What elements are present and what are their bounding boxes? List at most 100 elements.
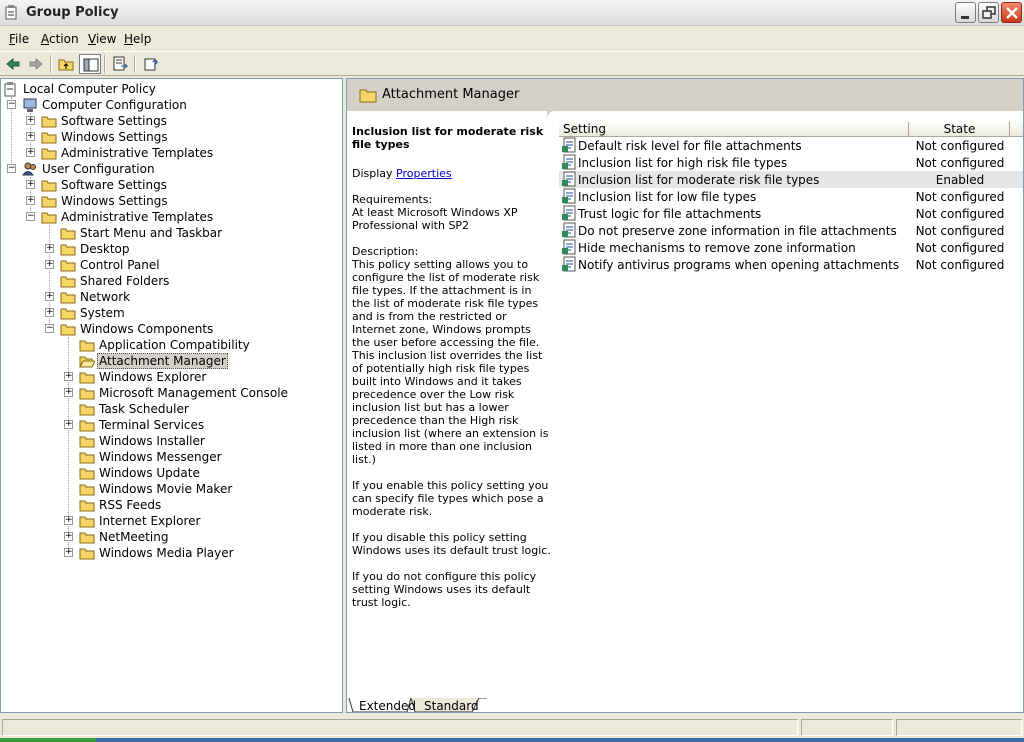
toolbar-separator bbox=[50, 55, 52, 73]
forward-button[interactable] bbox=[25, 54, 47, 74]
expand-icon[interactable]: + bbox=[64, 532, 73, 541]
expand-icon[interactable]: + bbox=[26, 132, 35, 141]
folder-icon bbox=[79, 401, 95, 417]
folder-icon bbox=[41, 145, 57, 161]
title-bar[interactable]: Group Policy bbox=[0, 0, 1024, 26]
enable-text: If you enable this policy setting you ca… bbox=[352, 479, 549, 518]
toolbar-separator bbox=[104, 55, 106, 73]
group-policy-app-icon bbox=[4, 4, 20, 20]
folder-icon bbox=[41, 113, 57, 129]
setting-row[interactable]: Inclusion list for low file types Not con… bbox=[559, 188, 1023, 205]
back-button[interactable] bbox=[2, 54, 24, 74]
folder-icon bbox=[79, 337, 95, 353]
start-button-edge[interactable] bbox=[0, 738, 96, 742]
expand-icon[interactable]: + bbox=[26, 148, 35, 157]
folder-icon bbox=[60, 321, 76, 337]
column-header-state[interactable]: State bbox=[910, 122, 1010, 137]
export-list-button[interactable] bbox=[109, 54, 131, 74]
column-header-setting[interactable]: Setting bbox=[559, 122, 909, 137]
window-title: Group Policy bbox=[26, 5, 119, 20]
description-text: Description: This policy setting allows … bbox=[352, 245, 549, 466]
details-header: Attachment Manager bbox=[347, 79, 1023, 111]
folder-icon bbox=[41, 209, 57, 225]
menu-action[interactable]: Action bbox=[41, 32, 79, 46]
folder-icon bbox=[79, 545, 95, 561]
toolbar-separator bbox=[134, 55, 136, 73]
header-notch bbox=[547, 111, 1023, 119]
setting-row[interactable]: Hide mechanisms to remove zone informati… bbox=[559, 239, 1023, 256]
setting-row[interactable]: Notify antivirus programs when opening a… bbox=[559, 256, 1023, 273]
help-icon: ? bbox=[144, 58, 158, 71]
menu-bar: File Action View Help bbox=[0, 28, 1024, 50]
expand-icon[interactable]: + bbox=[64, 516, 73, 525]
setting-row[interactable]: Inclusion list for moderate risk file ty… bbox=[559, 171, 1023, 188]
expand-icon[interactable]: + bbox=[45, 308, 54, 317]
tree-pane[interactable]: Local Computer Policy − Computer Configu… bbox=[0, 78, 343, 713]
folder-icon bbox=[41, 129, 57, 145]
menu-view[interactable]: View bbox=[88, 32, 116, 46]
up-one-level-button[interactable] bbox=[55, 54, 77, 74]
folder-icon bbox=[79, 433, 95, 449]
show-hide-tree-button[interactable] bbox=[79, 54, 101, 74]
properties-link[interactable]: Properties bbox=[396, 167, 452, 180]
header-notch-inner bbox=[547, 111, 1023, 119]
setting-row[interactable]: Default risk level for file attachments N… bbox=[559, 137, 1023, 154]
expand-icon[interactable]: + bbox=[45, 260, 54, 269]
setting-state: Enabled bbox=[935, 173, 985, 187]
status-segment bbox=[801, 719, 893, 736]
expand-icon[interactable]: + bbox=[26, 196, 35, 205]
setting-name: Do not preserve zone information in file… bbox=[578, 224, 897, 238]
folder-icon bbox=[79, 513, 95, 529]
settings-list[interactable]: Setting State Default risk level for fil… bbox=[559, 121, 1023, 273]
setting-name: Inclusion list for moderate risk file ty… bbox=[578, 173, 820, 187]
export-list-icon bbox=[113, 56, 128, 71]
expand-icon[interactable]: + bbox=[64, 388, 73, 397]
setting-name: Notify antivirus programs when opening a… bbox=[578, 258, 900, 272]
setting-state: Not configured bbox=[915, 156, 1005, 170]
status-bar bbox=[0, 716, 1024, 738]
menu-file[interactable]: File bbox=[9, 32, 29, 46]
collapse-icon[interactable]: − bbox=[7, 100, 16, 109]
extended-description: Inclusion list for moderate risk file ty… bbox=[352, 125, 552, 622]
details-title: Attachment Manager bbox=[382, 87, 520, 102]
setting-name: Trust logic for file attachments bbox=[578, 207, 762, 221]
setting-name: Inclusion list for low file types bbox=[578, 190, 757, 204]
expand-icon[interactable]: + bbox=[64, 548, 73, 557]
setting-state: Not configured bbox=[915, 207, 1005, 221]
expand-icon[interactable]: + bbox=[26, 116, 35, 125]
minimize-button[interactable] bbox=[955, 2, 976, 23]
expand-icon[interactable]: + bbox=[64, 372, 73, 381]
menu-help[interactable]: Help bbox=[124, 32, 151, 46]
collapse-icon[interactable]: − bbox=[26, 212, 35, 221]
restore-button[interactable] bbox=[978, 2, 999, 23]
setting-row[interactable]: Do not preserve zone information in file… bbox=[559, 222, 1023, 239]
folder-icon bbox=[79, 497, 95, 513]
setting-name: Inclusion list for high risk file types bbox=[578, 156, 788, 170]
expand-icon[interactable]: + bbox=[26, 180, 35, 189]
list-header: Setting State bbox=[559, 121, 1023, 137]
expand-icon[interactable]: + bbox=[64, 420, 73, 429]
setting-row[interactable]: Inclusion list for high risk file types N… bbox=[559, 154, 1023, 171]
users-icon bbox=[22, 161, 38, 177]
collapse-icon[interactable]: − bbox=[7, 164, 16, 173]
collapse-icon[interactable]: − bbox=[45, 324, 54, 333]
setting-state: Not configured bbox=[915, 139, 1005, 153]
folder-icon bbox=[359, 87, 377, 106]
view-tabs: Extended Standard bbox=[347, 698, 1023, 712]
folder-icon bbox=[79, 449, 95, 465]
setting-state: Not configured bbox=[915, 258, 1005, 272]
folder-icon bbox=[60, 273, 76, 289]
group-policy-window: Group Policy File Action View Help ? Loc… bbox=[0, 0, 1024, 742]
expand-icon[interactable]: + bbox=[45, 292, 54, 301]
close-button[interactable] bbox=[1001, 2, 1022, 23]
taskbar-strip bbox=[0, 738, 1024, 742]
requirements-text: Requirements: At least Microsoft Windows… bbox=[352, 193, 518, 232]
expand-icon[interactable]: + bbox=[45, 244, 54, 253]
description-title: Inclusion list for moderate risk file ty… bbox=[352, 125, 544, 151]
display-properties-line: Display Properties bbox=[352, 167, 452, 180]
setting-state: Not configured bbox=[915, 241, 1005, 255]
setting-row[interactable]: Trust logic for file attachments Not conf… bbox=[559, 205, 1023, 222]
up-folder-icon bbox=[58, 59, 74, 71]
help-button[interactable]: ? bbox=[140, 54, 162, 74]
setting-name: Default risk level for file attachments bbox=[578, 139, 802, 153]
